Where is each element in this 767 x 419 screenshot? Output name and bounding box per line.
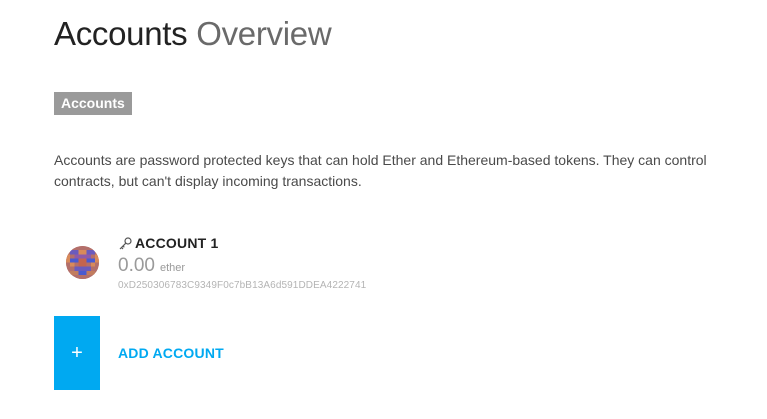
page-title-light: Overview — [196, 15, 332, 52]
account-card[interactable]: ACCOUNT 1 0.00 ether 0xD250306783C9349F0… — [54, 232, 474, 298]
section-badge: Accounts — [54, 92, 132, 115]
key-icon — [118, 236, 133, 251]
account-balance: 0.00 ether — [118, 255, 185, 277]
accounts-overview-page: Accounts Overview Accounts Accounts are … — [0, 0, 767, 419]
plus-icon[interactable]: + — [54, 316, 100, 390]
add-account-label[interactable]: ADD ACCOUNT — [118, 345, 224, 361]
balance-value: 0.00 — [118, 255, 155, 276]
page-title-strong: Accounts — [54, 15, 188, 52]
page-title: Accounts Overview — [54, 14, 332, 54]
account-name[interactable]: ACCOUNT 1 — [135, 235, 218, 251]
add-account-button[interactable]: + ADD ACCOUNT — [54, 316, 224, 390]
account-address: 0xD250306783C9349F0c7bB13A6d591DDEA42227… — [118, 280, 367, 291]
section-description: Accounts are password protected keys tha… — [54, 152, 707, 189]
balance-unit: ether — [159, 262, 186, 274]
account-avatar-identicon — [66, 246, 99, 279]
account-name-row: ACCOUNT 1 — [118, 234, 218, 252]
